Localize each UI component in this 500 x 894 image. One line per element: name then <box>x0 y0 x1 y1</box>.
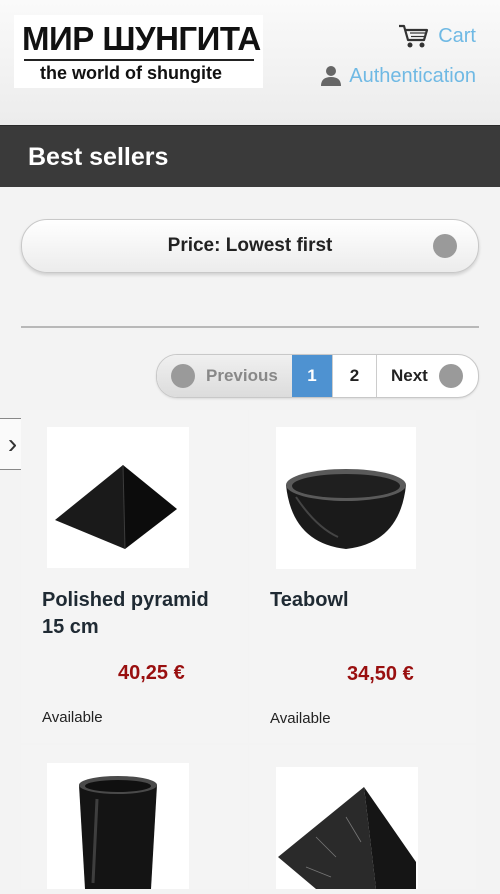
previous-label: Previous <box>206 366 278 385</box>
product-card[interactable]: Polished pyramid 15 cm 40,25 € Available <box>21 410 248 743</box>
authentication-link[interactable]: Authentication <box>321 62 476 90</box>
cart-label[interactable]: Cart <box>438 25 476 48</box>
previous-page-button[interactable]: Previous <box>157 355 292 397</box>
sort-select-label: Price: Lowest first <box>167 235 333 256</box>
page-2-button[interactable]: 2 <box>332 355 377 397</box>
product-card[interactable]: Teabowl 34,50 € Available <box>249 410 476 743</box>
logo-title: МИР ШУНГИТА <box>22 20 261 57</box>
product-card[interactable] <box>21 745 248 889</box>
product-image[interactable] <box>276 767 418 889</box>
product-card[interactable] <box>249 745 476 889</box>
page-title: Best sellers <box>28 143 169 171</box>
divider <box>21 326 479 328</box>
next-arrow-icon <box>438 364 463 388</box>
product-image[interactable] <box>276 427 416 569</box>
cart-link[interactable]: Cart <box>398 22 476 50</box>
logo-subtitle: the world of shungite <box>40 63 222 83</box>
product-availability: Available <box>270 710 331 727</box>
product-name[interactable]: Polished pyramid 15 cm <box>42 587 232 641</box>
select-arrow-icon <box>433 234 457 258</box>
page-1-button[interactable]: 1 <box>292 355 332 397</box>
next-page-button[interactable]: Next <box>376 355 478 397</box>
user-icon <box>321 66 342 86</box>
chevron-right-icon: › <box>7 428 18 459</box>
previous-arrow-icon <box>171 364 195 388</box>
product-image[interactable] <box>47 763 189 889</box>
pagination: Previous 1 2 Next <box>156 354 479 398</box>
cup-image <box>79 776 157 889</box>
cart-icon <box>399 24 429 48</box>
sort-select[interactable]: Price: Lowest first <box>21 219 479 273</box>
product-name[interactable]: Teabowl <box>270 587 460 614</box>
pyramid-image <box>278 787 416 889</box>
logo-rule <box>24 59 254 61</box>
authentication-label[interactable]: Authentication <box>349 65 476 88</box>
teabowl-image <box>286 469 406 549</box>
product-availability: Available <box>42 709 103 726</box>
site-logo[interactable]: МИР ШУНГИТА the world of shungite <box>14 15 263 88</box>
site-header: МИР ШУНГИТА the world of shungite Cart A… <box>0 0 500 125</box>
next-label: Next <box>391 366 428 385</box>
product-price: 34,50 € <box>347 663 414 685</box>
page-title-bar: Best sellers <box>0 125 500 187</box>
product-price: 40,25 € <box>118 662 185 684</box>
pyramid-image <box>55 464 177 550</box>
product-image[interactable] <box>47 427 189 568</box>
